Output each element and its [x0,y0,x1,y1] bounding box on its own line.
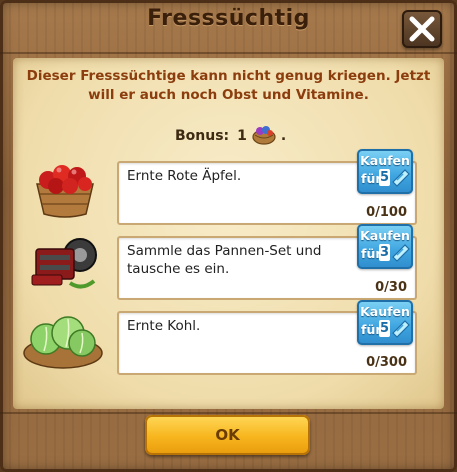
bonus-value: 1 [237,128,247,144]
ticket-icon [392,320,410,338]
buy-label: Kaufen [360,228,410,243]
buy-button[interactable]: Kaufen für 5 [357,149,413,194]
plank-divider [0,412,457,414]
quest-intro-text: Dieser Fresssüchtige kann nicht genug kr… [26,68,431,103]
cabbage-icon [22,305,104,375]
task-progress: 0/30 [375,280,407,295]
task-progress: 0/100 [366,205,407,220]
bonus-row: Bonus: 1 . [175,126,286,146]
fruit-basket-icon [251,123,277,149]
close-button[interactable] [402,10,442,48]
repair-kit-icon [30,235,100,299]
buy-cost: 5 [379,320,390,337]
buy-button[interactable]: Kaufen für 5 [357,300,413,345]
ticket-icon [392,169,410,187]
dialog-title: Fresssüchtig [147,6,310,31]
buy-label: Kaufen [360,153,410,168]
ok-button[interactable]: OK [145,415,310,455]
task-text: Sammle das Pannen-Set und tausche es ein… [127,243,322,277]
plank-divider [0,52,457,54]
close-icon [409,16,435,42]
bonus-suffix: . [280,128,287,144]
buy-label: Kaufen [360,304,410,319]
bonus-label: Bonus: [175,128,230,144]
task-text: Ernte Kohl. [127,318,201,334]
buy-cost: 5 [379,169,390,186]
ticket-icon [392,244,410,262]
buy-cost: 3 [379,244,390,261]
task-progress: 0/300 [366,355,407,370]
apple-basket-icon [32,156,98,224]
task-text: Ernte Rote Äpfel. [127,168,242,184]
buy-button[interactable]: Kaufen für 3 [357,224,413,269]
